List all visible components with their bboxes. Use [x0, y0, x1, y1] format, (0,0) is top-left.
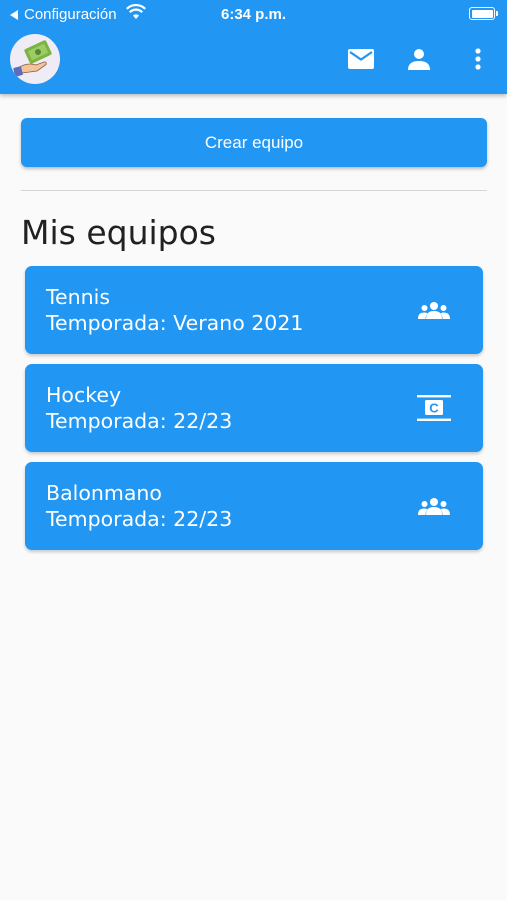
status-time: 6:34 p.m.: [220, 6, 287, 23]
groups-icon: [415, 490, 453, 522]
status-bar: Configuración 6:34 p.m.: [0, 0, 507, 28]
battery-icon: [469, 7, 498, 20]
team-season: Temporada: 22/23: [46, 507, 233, 531]
team-name: Balonmano: [46, 481, 162, 505]
app-logo[interactable]: [10, 34, 60, 84]
profile-button[interactable]: [404, 44, 434, 74]
svg-text:C: C: [429, 401, 439, 416]
money-hand-icon: [13, 36, 57, 77]
team-card-hockey[interactable]: Hockey Temporada: 22/23 C: [25, 364, 483, 452]
mail-icon: [348, 49, 374, 69]
groups-icon: [415, 294, 453, 326]
team-season: Temporada: Verano 2021: [46, 311, 304, 335]
app-bar: Configuración 6:34 p.m.: [0, 0, 507, 94]
section-title: Mis equipos: [21, 213, 216, 252]
create-team-button[interactable]: Crear equipo: [21, 118, 487, 167]
team-card-tennis[interactable]: Tennis Temporada: Verano 2021: [25, 266, 483, 354]
person-icon: [408, 49, 430, 70]
more-options-button[interactable]: [463, 44, 493, 74]
team-name: Tennis: [46, 285, 111, 309]
closed-caption-icon: C: [415, 392, 453, 424]
divider: [21, 190, 487, 191]
team-card-balonmano[interactable]: Balonmano Temporada: 22/23: [25, 462, 483, 550]
mail-button[interactable]: [346, 44, 376, 74]
team-name: Hockey: [46, 383, 122, 407]
team-season: Temporada: 22/23: [46, 409, 233, 433]
more-vert-icon: [475, 48, 481, 70]
